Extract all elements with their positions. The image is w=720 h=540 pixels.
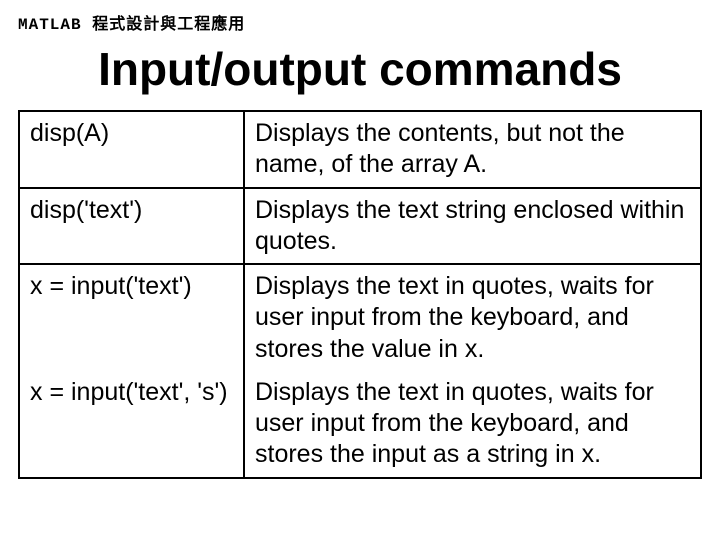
header-label: MATLAB 程式設計與工程應用 xyxy=(18,10,702,34)
description-cell: Displays the text in quotes, waits for u… xyxy=(244,371,701,478)
command-cell: x = input('text') xyxy=(19,264,244,371)
description-cell: Displays the text string enclosed within… xyxy=(244,188,701,265)
table-row: x = input('text', 's') Displays the text… xyxy=(19,371,701,478)
table-row: disp(A) Displays the contents, but not t… xyxy=(19,111,701,188)
description-cell: Displays the contents, but not the name,… xyxy=(244,111,701,188)
page-title: Input/output commands xyxy=(18,42,702,96)
table-row: disp('text') Displays the text string en… xyxy=(19,188,701,265)
command-cell: disp('text') xyxy=(19,188,244,265)
description-cell: Displays the text in quotes, waits for u… xyxy=(244,264,701,371)
commands-table: disp(A) Displays the contents, but not t… xyxy=(18,110,702,479)
command-cell: x = input('text', 's') xyxy=(19,371,244,478)
table-row: x = input('text') Displays the text in q… xyxy=(19,264,701,371)
command-cell: disp(A) xyxy=(19,111,244,188)
